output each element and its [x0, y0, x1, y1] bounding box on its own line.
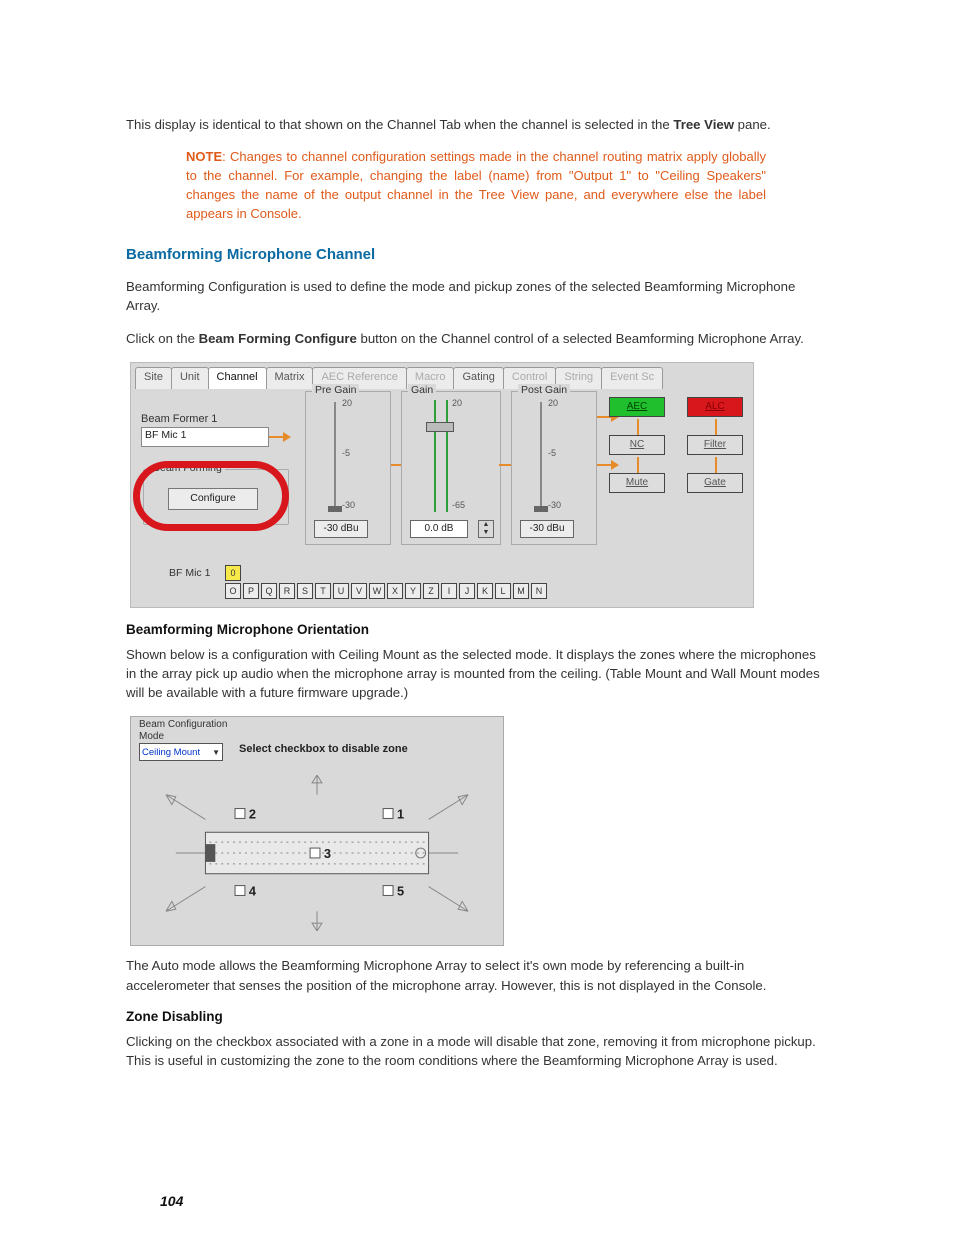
zone-label: 2 [249, 807, 256, 822]
chevron-down-icon: ▼ [212, 748, 220, 757]
matrix-cell[interactable]: Z [423, 583, 439, 599]
matrix-cell[interactable]: W [369, 583, 385, 599]
intro-paragraph: This display is identical to that shown … [126, 115, 828, 134]
tick-label: -5 [548, 448, 556, 458]
text: pane. [738, 117, 771, 132]
tick-label: -30 [548, 500, 561, 510]
tab-site[interactable]: Site [135, 367, 172, 389]
group-title: Post Gain [518, 384, 570, 396]
tick-label: -30 [342, 500, 355, 510]
device-label: Beam Former 1 [141, 413, 217, 425]
matrix-cell[interactable]: T [315, 583, 331, 599]
zone-label: 5 [397, 884, 404, 899]
channel-panel-screenshot: SiteUnitChannelMatrixAEC ReferenceMacroG… [130, 362, 754, 608]
zone-label: 1 [397, 807, 404, 822]
mode-label: Mode [139, 731, 164, 742]
processing-buttons: AEC NC Mute ALC Filter Gate [609, 391, 751, 545]
mute-button[interactable]: Mute [609, 473, 665, 493]
tick-label: 20 [452, 398, 462, 408]
text-bold: Tree View [673, 117, 734, 132]
tab-strip: SiteUnitChannelMatrixAEC ReferenceMacroG… [135, 367, 749, 389]
beam-diagram: 2 1 3 4 5 [145, 775, 489, 931]
matrix-cell[interactable]: K [477, 583, 493, 599]
matrix-cell[interactable]: M [513, 583, 529, 599]
group-title: Beam Forming [150, 462, 225, 474]
tab-unit[interactable]: Unit [171, 367, 209, 389]
aec-button[interactable]: AEC [609, 397, 665, 417]
value-readout: -30 dBu [520, 520, 574, 538]
note-block: NOTE: Changes to channel configuration s… [186, 148, 766, 223]
text: This display is identical to that shown … [126, 117, 673, 132]
matrix-cell[interactable]: U [333, 583, 349, 599]
mode-select[interactable]: Ceiling Mount ▼ [139, 743, 223, 761]
matrix-cell[interactable]: X [387, 583, 403, 599]
tick-label: -65 [452, 500, 465, 510]
matrix-cell[interactable]: S [297, 583, 313, 599]
meter-scale [434, 400, 448, 512]
matrix-cell[interactable]: V [351, 583, 367, 599]
beam-forming-group: Beam Forming Configure [143, 469, 289, 525]
spinner[interactable]: ▲▼ [478, 520, 494, 538]
matrix-cell[interactable]: L [495, 583, 511, 599]
pre-gain-group: Pre Gain 20 -5 -30 -30 dBu [305, 391, 391, 545]
text: Click on the [126, 331, 199, 346]
slider-knob[interactable] [534, 506, 548, 512]
tab-channel[interactable]: Channel [208, 367, 267, 389]
tick-label: 20 [342, 398, 352, 408]
tick-label: -5 [342, 448, 350, 458]
tab-event-sc[interactable]: Event Sc [601, 367, 663, 389]
gain-group: Gain 20 -65 0.0 dB ▲▼ [401, 391, 501, 545]
matrix-cell[interactable]: Y [405, 583, 421, 599]
matrix-cell[interactable]: Q [261, 583, 277, 599]
group-title: Gain [408, 384, 436, 396]
matrix-cell[interactable]: R [279, 583, 295, 599]
matrix-cell[interactable]: N [531, 583, 547, 599]
matrix-cell[interactable]: I [441, 583, 457, 599]
left-pane: Beam Former 1 BF Mic 1 Beam Forming Conf… [137, 397, 297, 567]
post-gain-group: Post Gain 20 -5 -30 -30 dBu [511, 391, 597, 545]
beam-configuration-screenshot: Beam Configuration Mode Ceiling Mount ▼ … [130, 716, 504, 946]
text: button on the Channel control of a selec… [361, 331, 804, 346]
gate-button[interactable]: Gate [687, 473, 743, 493]
mode-select-value: Ceiling Mount [142, 747, 200, 758]
value-readout[interactable]: 0.0 dB [410, 520, 468, 538]
note-text: : Changes to channel configuration setti… [186, 149, 766, 221]
paragraph: Beamforming Configuration is used to def… [126, 277, 828, 315]
configure-button[interactable]: Configure [168, 488, 258, 510]
group-title: Pre Gain [312, 384, 359, 396]
matrix-label: BF Mic 1 [169, 567, 210, 579]
hint-text: Select checkbox to disable zone [239, 743, 408, 755]
tab-matrix[interactable]: Matrix [266, 367, 314, 389]
paragraph: The Auto mode allows the Beamforming Mic… [126, 956, 828, 994]
matrix-cell[interactable]: O [225, 583, 241, 599]
heading-orientation: Beamforming Microphone Orientation [126, 622, 828, 637]
slider-knob[interactable] [328, 506, 342, 512]
paragraph: Shown below is a configuration with Ceil… [126, 645, 828, 702]
matrix-cell[interactable]: J [459, 583, 475, 599]
zone-label: 3 [324, 846, 331, 861]
matrix-cell[interactable]: P [243, 583, 259, 599]
slider-track[interactable] [334, 402, 336, 512]
tab-gating[interactable]: Gating [453, 367, 503, 389]
note-label: NOTE [186, 149, 222, 164]
tick-label: 20 [548, 398, 558, 408]
alc-button[interactable]: ALC [687, 397, 743, 417]
filter-button[interactable]: Filter [687, 435, 743, 455]
matrix-row: BF Mic 1 0 OPQRSTUVWXYZIJKLMN [169, 565, 747, 601]
zone-label: 4 [249, 884, 257, 899]
page-number: 104 [160, 1193, 183, 1209]
paragraph: Clicking on the checkbox associated with… [126, 1032, 828, 1070]
value-readout: -30 dBu [314, 520, 368, 538]
heading-zone-disabling: Zone Disabling [126, 1009, 828, 1024]
arrow-right-icon [269, 433, 291, 441]
nc-button[interactable]: NC [609, 435, 665, 455]
matrix-cell-first[interactable]: 0 [225, 565, 241, 581]
text-bold: Beam Forming Configure [199, 331, 357, 346]
slider-track[interactable] [540, 402, 542, 512]
heading-beamforming-channel: Beamforming Microphone Channel [126, 246, 828, 263]
paragraph: Click on the Beam Forming Configure butt… [126, 329, 828, 348]
fieldset-legend: Beam Configuration [139, 719, 227, 730]
channel-name-input[interactable]: BF Mic 1 [141, 427, 269, 447]
slider-knob[interactable] [426, 422, 454, 432]
